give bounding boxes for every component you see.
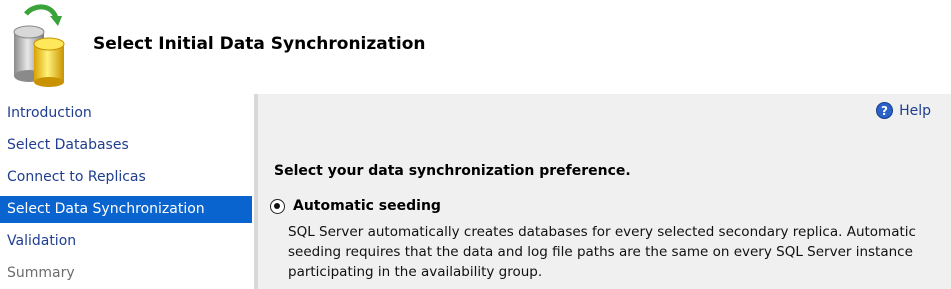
help-icon: ? — [876, 102, 894, 119]
nav-item-validation[interactable]: Validation — [0, 228, 252, 255]
svg-text:?: ? — [881, 104, 888, 118]
nav-item-select-databases[interactable]: Select Databases — [0, 132, 252, 159]
help-label: Help — [899, 102, 931, 119]
page-title: Select Initial Data Synchronization — [93, 34, 426, 54]
wizard-nav: Introduction Select Databases Connect to… — [0, 94, 254, 289]
nav-item-summary: Summary — [7, 265, 75, 281]
nav-item-introduction[interactable]: Introduction — [0, 100, 252, 127]
wizard-header: Select Initial Data Synchronization — [0, 0, 951, 94]
automatic-seeding-option[interactable]: Automatic seeding — [270, 198, 441, 214]
automatic-seeding-description: SQL Server automatically creates databas… — [288, 224, 916, 280]
sync-preference-heading: Select your data synchronization prefere… — [274, 163, 631, 179]
help-link[interactable]: ? Help — [876, 102, 931, 119]
database-sync-icon — [13, 4, 65, 87]
nav-item-select-data-synchronization[interactable]: Select Data Synchronization — [0, 196, 252, 223]
automatic-seeding-radio[interactable] — [270, 198, 285, 214]
nav-item-connect-to-replicas[interactable]: Connect to Replicas — [0, 164, 252, 191]
automatic-seeding-label[interactable]: Automatic seeding — [293, 198, 441, 214]
main-panel: ? Help Select your data synchronization … — [258, 94, 951, 289]
